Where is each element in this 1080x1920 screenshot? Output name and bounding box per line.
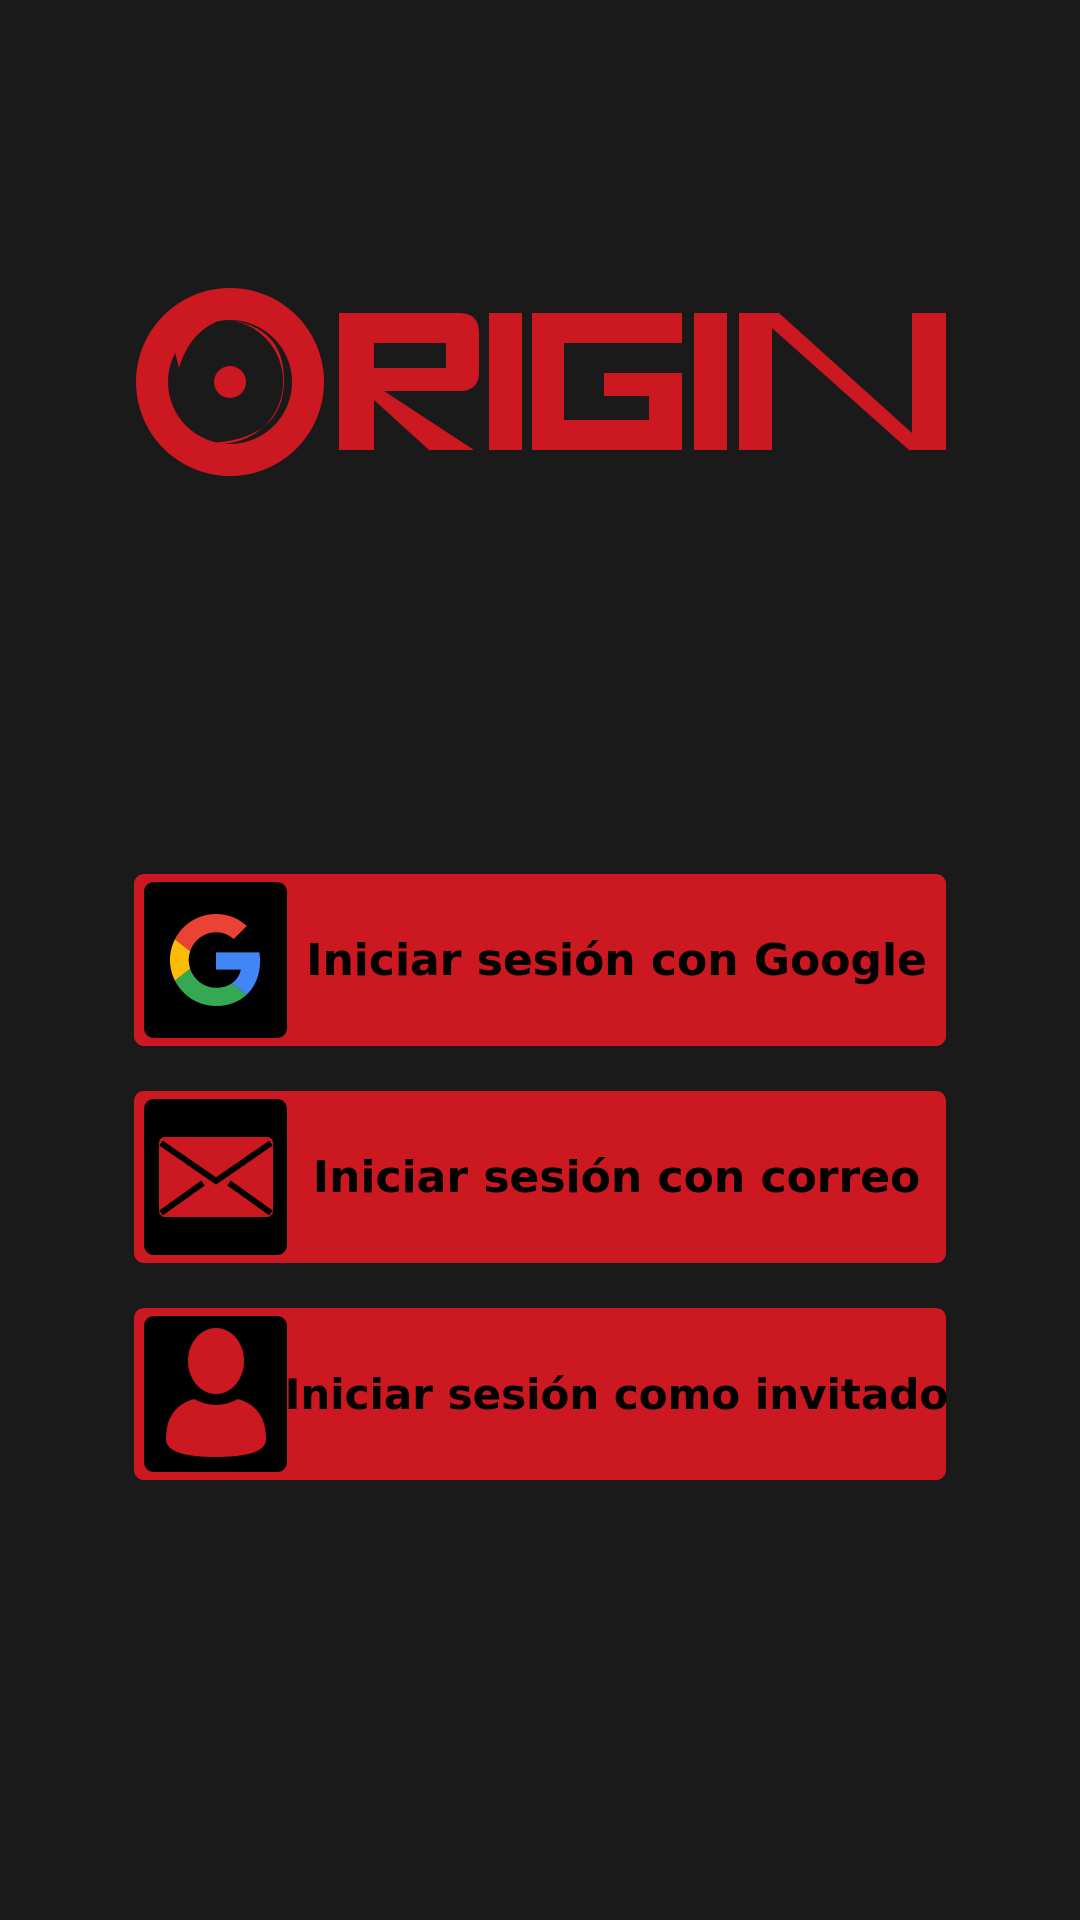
google-sign-in-label: Iniciar sesión con Google — [306, 934, 927, 986]
envelope-icon — [144, 1099, 287, 1255]
guest-sign-in-button[interactable]: Iniciar sesión como invitado — [134, 1308, 949, 1480]
google-sign-in-button[interactable]: Iniciar sesión con Google — [134, 874, 946, 1046]
google-icon — [144, 882, 287, 1038]
origin-logo — [134, 288, 946, 478]
user-icon — [144, 1316, 287, 1472]
guest-sign-in-label: Iniciar sesión como invitado — [284, 1369, 949, 1419]
email-sign-in-button[interactable]: Iniciar sesión con correo — [134, 1091, 946, 1263]
email-sign-in-label: Iniciar sesión con correo — [312, 1151, 921, 1203]
